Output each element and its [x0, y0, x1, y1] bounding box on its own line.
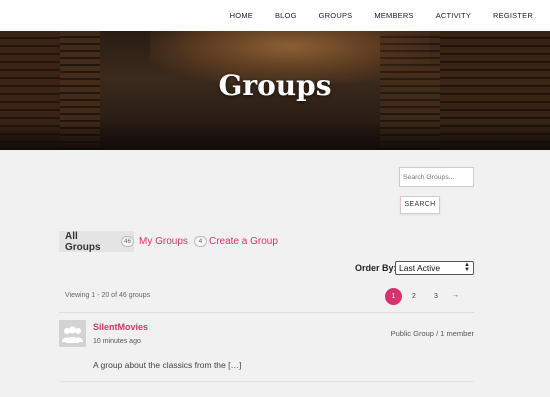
tab-my-groups-count: 4 — [193, 236, 207, 247]
search-button[interactable]: SEARCH — [400, 196, 440, 214]
nav-menu: HOME BLOG GROUPS MEMBERS ACTIVITY REGIST… — [230, 0, 550, 31]
nav-item-blog[interactable]: BLOG — [275, 11, 297, 20]
hero-banner: Groups — [0, 31, 550, 150]
tab-all-groups[interactable]: All Groups 46 — [59, 230, 134, 253]
tab-create-group[interactable]: Create a Group — [209, 231, 278, 252]
page-title: Groups — [218, 69, 332, 102]
order-by-label: Order By: — [355, 263, 397, 273]
nav-item-activity[interactable]: ACTIVITY — [436, 11, 471, 20]
page-link-3[interactable]: 3 — [434, 293, 438, 300]
page-current: 1 — [385, 288, 402, 305]
group-last-active: 10 minutes ago — [93, 338, 141, 345]
page-link-2[interactable]: 2 — [412, 293, 416, 300]
tab-all-groups-count: 46 — [120, 236, 134, 247]
group-description: A group about the classics from the […] — [93, 360, 242, 370]
search-input[interactable] — [399, 167, 474, 187]
nav-item-register[interactable]: REGISTER — [493, 11, 533, 20]
tab-my-groups-label: My Groups — [139, 236, 188, 247]
select-arrows-icon: ▲ ▼ — [464, 262, 470, 273]
order-by-select[interactable]: Last Active ▲ ▼ — [395, 261, 474, 275]
pagination-count: Viewing 1 - 20 of 46 groups — [65, 292, 151, 299]
group-avatar[interactable] — [59, 320, 86, 347]
divider — [59, 381, 474, 382]
nav-item-groups[interactable]: GROUPS — [319, 11, 353, 20]
group-name-link[interactable]: SilentMovies — [93, 322, 148, 332]
order-by-selected-value: Last Active — [399, 263, 441, 273]
nav-item-home[interactable]: HOME — [230, 11, 253, 20]
divider — [59, 312, 474, 313]
group-avatar-icon — [62, 326, 83, 343]
tab-my-groups[interactable]: My Groups 4 — [139, 231, 207, 252]
page-next-link[interactable]: → — [452, 292, 459, 299]
top-navigation: HOME BLOG GROUPS MEMBERS ACTIVITY REGIST… — [0, 0, 550, 31]
tab-create-group-label: Create a Group — [209, 236, 278, 247]
arrow-right-icon: → — [452, 292, 459, 299]
nav-item-members[interactable]: MEMBERS — [374, 11, 413, 20]
hero-floor — [0, 122, 550, 150]
group-meta: Public Group / 1 member — [390, 329, 474, 338]
tab-all-groups-label: All Groups — [65, 230, 101, 253]
